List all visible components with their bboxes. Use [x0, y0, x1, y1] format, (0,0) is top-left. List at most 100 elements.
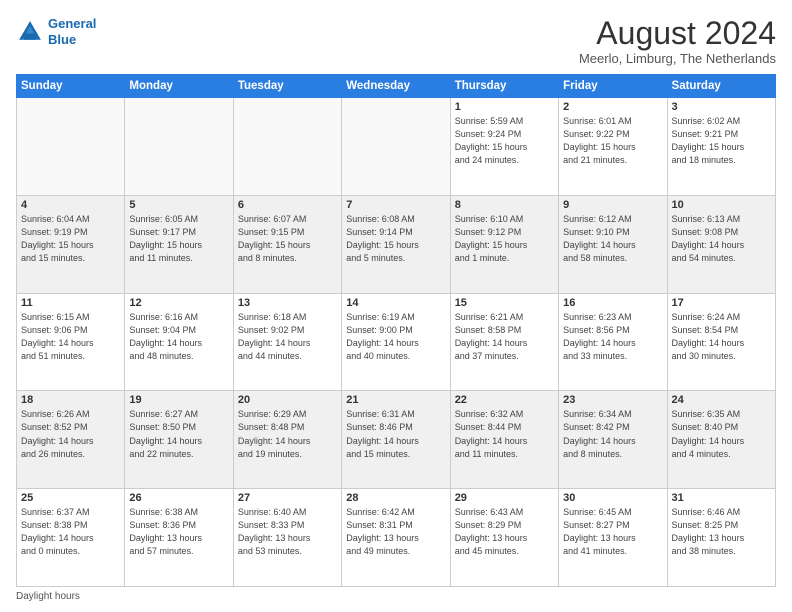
- footer-note: Daylight hours: [16, 591, 776, 602]
- calendar-cell: 22Sunrise: 6:32 AM Sunset: 8:44 PM Dayli…: [450, 391, 558, 489]
- col-thursday: Thursday: [450, 75, 558, 98]
- day-info: Sunrise: 6:18 AM Sunset: 9:02 PM Dayligh…: [238, 311, 337, 363]
- day-number: 17: [672, 297, 771, 309]
- day-info: Sunrise: 5:59 AM Sunset: 9:24 PM Dayligh…: [455, 115, 554, 167]
- col-wednesday: Wednesday: [342, 75, 450, 98]
- calendar-cell: 25Sunrise: 6:37 AM Sunset: 8:38 PM Dayli…: [17, 489, 125, 587]
- day-info: Sunrise: 6:43 AM Sunset: 8:29 PM Dayligh…: [455, 506, 554, 558]
- calendar-cell: [342, 98, 450, 196]
- calendar-week-0: 1Sunrise: 5:59 AM Sunset: 9:24 PM Daylig…: [17, 98, 776, 196]
- calendar-cell: 10 Sunrise: 6:13 AM Sunset: 9:08 PM Dayli…: [667, 195, 775, 293]
- day-info: Sunrise: 6:24 AM Sunset: 8:54 PM Dayligh…: [672, 311, 771, 363]
- day-info: Sunrise: 6:10 AM Sunset: 9:12 PM Dayligh…: [455, 213, 554, 265]
- day-number: 16: [563, 297, 662, 309]
- day-number: 14: [346, 297, 445, 309]
- calendar-cell: 7 Sunrise: 6:08 AM Sunset: 9:14 PM Daylig…: [342, 195, 450, 293]
- month-title: August 2024: [579, 16, 776, 51]
- calendar-cell: 13Sunrise: 6:18 AM Sunset: 9:02 PM Dayli…: [233, 293, 341, 391]
- day-number: 7: [346, 199, 445, 211]
- calendar-cell: 27 Sunrise: 6:40 AM Sunset: 8:33 PM Dayli…: [233, 489, 341, 587]
- day-info: Sunrise: 6:32 AM Sunset: 8:44 PM Dayligh…: [455, 408, 554, 460]
- calendar-cell: 20Sunrise: 6:29 AM Sunset: 8:48 PM Dayli…: [233, 391, 341, 489]
- col-sunday: Sunday: [17, 75, 125, 98]
- day-number: 31: [672, 492, 771, 504]
- calendar-cell: 29Sunrise: 6:43 AM Sunset: 8:29 PM Dayli…: [450, 489, 558, 587]
- page: General Blue August 2024 Meerlo, Limburg…: [0, 0, 792, 612]
- day-number: 2: [563, 101, 662, 113]
- title-block: August 2024 Meerlo, Limburg, The Netherl…: [579, 16, 776, 66]
- location: Meerlo, Limburg, The Netherlands: [579, 51, 776, 66]
- logo-icon: [16, 18, 44, 46]
- day-number: 27: [238, 492, 337, 504]
- day-number: 25: [21, 492, 120, 504]
- day-info: Sunrise: 6:23 AM Sunset: 8:56 PM Dayligh…: [563, 311, 662, 363]
- calendar-cell: 14 Sunrise: 6:19 AM Sunset: 9:00 PM Dayli…: [342, 293, 450, 391]
- day-info: Sunrise: 6:15 AM Sunset: 9:06 PM Dayligh…: [21, 311, 120, 363]
- col-friday: Friday: [559, 75, 667, 98]
- day-number: 11: [21, 297, 120, 309]
- calendar-table: Sunday Monday Tuesday Wednesday Thursday…: [16, 74, 776, 587]
- day-info: Sunrise: 6:19 AM Sunset: 9:00 PM Dayligh…: [346, 311, 445, 363]
- day-number: 10: [672, 199, 771, 211]
- calendar-cell: 31 Sunrise: 6:46 AM Sunset: 8:25 PM Dayli…: [667, 489, 775, 587]
- calendar-cell: 18 Sunrise: 6:26 AM Sunset: 8:52 PM Dayli…: [17, 391, 125, 489]
- day-info: Sunrise: 6:16 AM Sunset: 9:04 PM Dayligh…: [129, 311, 228, 363]
- day-number: 6: [238, 199, 337, 211]
- day-number: 18: [21, 394, 120, 406]
- calendar-cell: [17, 98, 125, 196]
- day-number: 3: [672, 101, 771, 113]
- calendar-week-3: 18 Sunrise: 6:26 AM Sunset: 8:52 PM Dayli…: [17, 391, 776, 489]
- calendar-cell: 8 Sunrise: 6:10 AM Sunset: 9:12 PM Daylig…: [450, 195, 558, 293]
- day-info: Sunrise: 6:12 AM Sunset: 9:10 PM Dayligh…: [563, 213, 662, 265]
- calendar-cell: [233, 98, 341, 196]
- calendar-cell: 9Sunrise: 6:12 AM Sunset: 9:10 PM Daylig…: [559, 195, 667, 293]
- day-number: 15: [455, 297, 554, 309]
- calendar-week-4: 25Sunrise: 6:37 AM Sunset: 8:38 PM Dayli…: [17, 489, 776, 587]
- day-info: Sunrise: 6:13 AM Sunset: 9:08 PM Dayligh…: [672, 213, 771, 265]
- logo: General Blue: [16, 16, 96, 47]
- day-info: Sunrise: 6:29 AM Sunset: 8:48 PM Dayligh…: [238, 408, 337, 460]
- calendar-cell: 23 Sunrise: 6:34 AM Sunset: 8:42 PM Dayli…: [559, 391, 667, 489]
- calendar-cell: 3 Sunrise: 6:02 AM Sunset: 9:21 PM Daylig…: [667, 98, 775, 196]
- calendar-week-2: 11 Sunrise: 6:15 AM Sunset: 9:06 PM Dayli…: [17, 293, 776, 391]
- day-number: 26: [129, 492, 228, 504]
- day-number: 23: [563, 394, 662, 406]
- day-info: Sunrise: 6:02 AM Sunset: 9:21 PM Dayligh…: [672, 115, 771, 167]
- logo-line1: General: [48, 16, 96, 31]
- day-info: Sunrise: 6:40 AM Sunset: 8:33 PM Dayligh…: [238, 506, 337, 558]
- day-info: Sunrise: 6:35 AM Sunset: 8:40 PM Dayligh…: [672, 408, 771, 460]
- day-info: Sunrise: 6:27 AM Sunset: 8:50 PM Dayligh…: [129, 408, 228, 460]
- day-info: Sunrise: 6:26 AM Sunset: 8:52 PM Dayligh…: [21, 408, 120, 460]
- logo-line2: Blue: [48, 32, 76, 47]
- calendar-cell: 26Sunrise: 6:38 AM Sunset: 8:36 PM Dayli…: [125, 489, 233, 587]
- day-number: 30: [563, 492, 662, 504]
- calendar-cell: 24 Sunrise: 6:35 AM Sunset: 8:40 PM Dayli…: [667, 391, 775, 489]
- day-info: Sunrise: 6:01 AM Sunset: 9:22 PM Dayligh…: [563, 115, 662, 167]
- calendar-header-row: Sunday Monday Tuesday Wednesday Thursday…: [17, 75, 776, 98]
- calendar-cell: 21 Sunrise: 6:31 AM Sunset: 8:46 PM Dayli…: [342, 391, 450, 489]
- calendar-cell: 15Sunrise: 6:21 AM Sunset: 8:58 PM Dayli…: [450, 293, 558, 391]
- day-number: 5: [129, 199, 228, 211]
- calendar-cell: 17 Sunrise: 6:24 AM Sunset: 8:54 PM Dayli…: [667, 293, 775, 391]
- calendar-cell: 19 Sunrise: 6:27 AM Sunset: 8:50 PM Dayli…: [125, 391, 233, 489]
- day-number: 21: [346, 394, 445, 406]
- day-number: 8: [455, 199, 554, 211]
- day-number: 28: [346, 492, 445, 504]
- day-number: 12: [129, 297, 228, 309]
- calendar-week-1: 4Sunrise: 6:04 AM Sunset: 9:19 PM Daylig…: [17, 195, 776, 293]
- calendar-cell: 30Sunrise: 6:45 AM Sunset: 8:27 PM Dayli…: [559, 489, 667, 587]
- day-info: Sunrise: 6:46 AM Sunset: 8:25 PM Dayligh…: [672, 506, 771, 558]
- day-info: Sunrise: 6:34 AM Sunset: 8:42 PM Dayligh…: [563, 408, 662, 460]
- day-info: Sunrise: 6:08 AM Sunset: 9:14 PM Dayligh…: [346, 213, 445, 265]
- calendar-cell: 11 Sunrise: 6:15 AM Sunset: 9:06 PM Dayli…: [17, 293, 125, 391]
- day-info: Sunrise: 6:05 AM Sunset: 9:17 PM Dayligh…: [129, 213, 228, 265]
- calendar-cell: 4Sunrise: 6:04 AM Sunset: 9:19 PM Daylig…: [17, 195, 125, 293]
- day-info: Sunrise: 6:31 AM Sunset: 8:46 PM Dayligh…: [346, 408, 445, 460]
- header: General Blue August 2024 Meerlo, Limburg…: [16, 16, 776, 66]
- day-number: 24: [672, 394, 771, 406]
- day-number: 19: [129, 394, 228, 406]
- col-saturday: Saturday: [667, 75, 775, 98]
- calendar-cell: 16 Sunrise: 6:23 AM Sunset: 8:56 PM Dayli…: [559, 293, 667, 391]
- col-monday: Monday: [125, 75, 233, 98]
- calendar-cell: 2 Sunrise: 6:01 AM Sunset: 9:22 PM Daylig…: [559, 98, 667, 196]
